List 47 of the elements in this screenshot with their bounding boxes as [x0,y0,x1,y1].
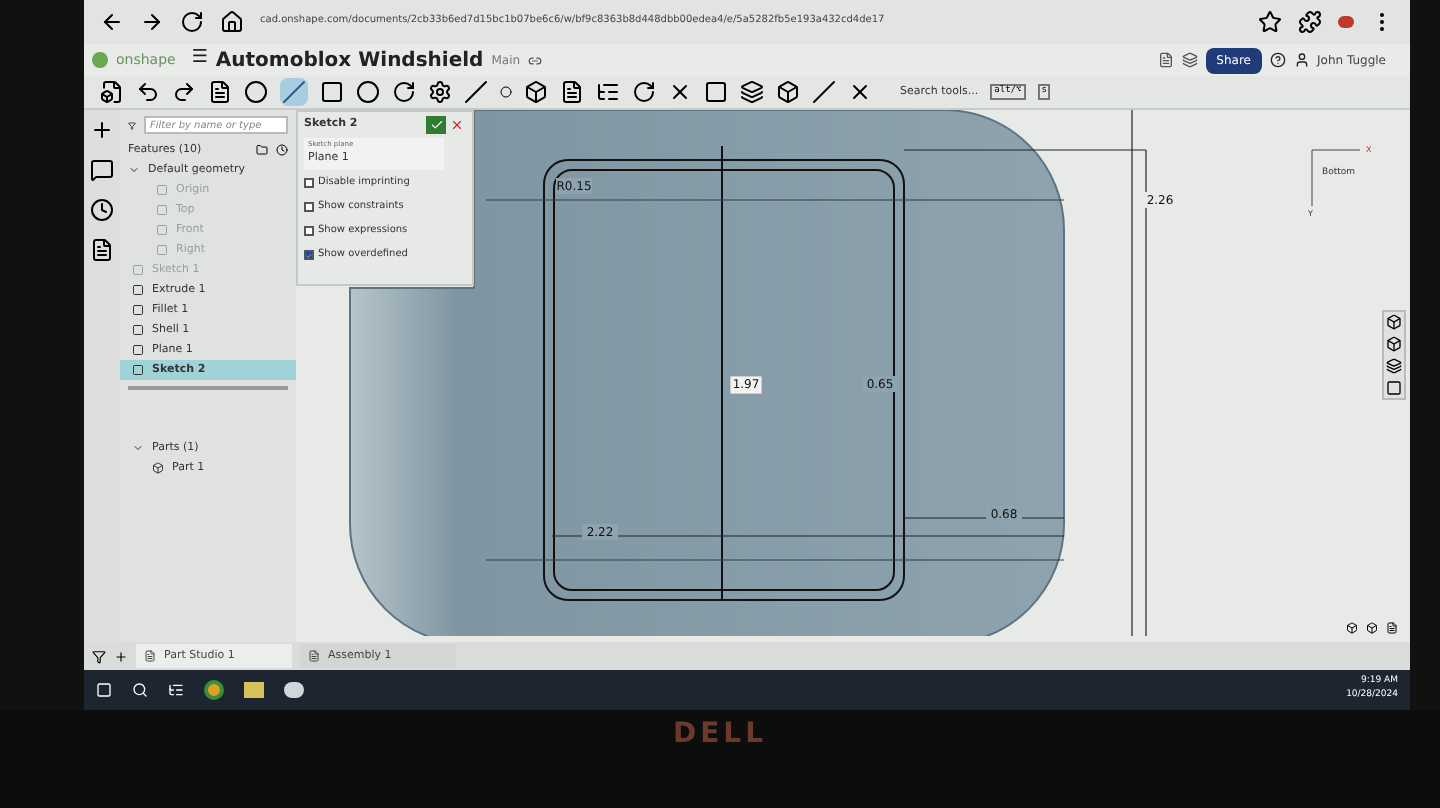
puzzle-icon[interactable] [1298,10,1322,34]
task-view-icon[interactable] [168,682,184,698]
windows-start-icon[interactable] [96,682,112,698]
back-icon[interactable] [100,10,124,34]
layers-icon[interactable] [1182,52,1199,68]
reload-icon[interactable] [180,10,204,34]
document-title: Automoblox Windshield [215,47,484,75]
forward-icon[interactable] [140,10,164,34]
checkbox[interactable] [304,226,314,236]
help-icon[interactable] [1269,52,1285,68]
app-taskbar-icon[interactable] [284,682,304,698]
part-icon [152,462,164,474]
undo-icon[interactable] [136,80,160,104]
logo-icon [92,52,108,68]
comment-icon[interactable] [90,158,114,182]
document-icon [308,650,320,662]
add-icon[interactable] [90,118,114,142]
document-icon[interactable] [1158,52,1175,68]
document-icon[interactable] [90,238,114,262]
checkbox[interactable] [304,178,314,188]
profile-icon[interactable] [1338,16,1354,28]
check-icon [429,118,443,132]
circle-icon[interactable] [244,80,268,104]
checkbox[interactable] [304,202,314,212]
browser-taskbar-icon[interactable] [204,680,224,700]
accept-button[interactable] [426,116,446,134]
line-tool-icon[interactable] [280,78,308,106]
star-icon[interactable] [1258,10,1282,34]
history-icon[interactable] [90,198,114,222]
menu-icon[interactable]: ☰ [191,46,208,74]
folder-icon[interactable] [256,144,268,156]
document-icon [144,650,156,662]
chevron-icon[interactable] [132,442,144,454]
add-tab-icon[interactable] [114,649,128,663]
bezel-logo: DELL [672,716,768,754]
home-icon[interactable] [220,10,244,34]
filter-icon[interactable] [128,119,136,131]
checkbox[interactable] [304,250,314,260]
chevron-icon[interactable] [128,164,140,176]
rectangle-icon[interactable] [320,80,344,104]
redo-icon[interactable] [172,80,196,104]
link-icon[interactable] [528,53,543,67]
circle-tool-icon[interactable] [356,80,380,104]
point-icon[interactable] [500,86,512,98]
user-avatar-icon[interactable] [1293,52,1309,68]
search-icon[interactable] [132,682,148,698]
close-icon [449,118,463,132]
